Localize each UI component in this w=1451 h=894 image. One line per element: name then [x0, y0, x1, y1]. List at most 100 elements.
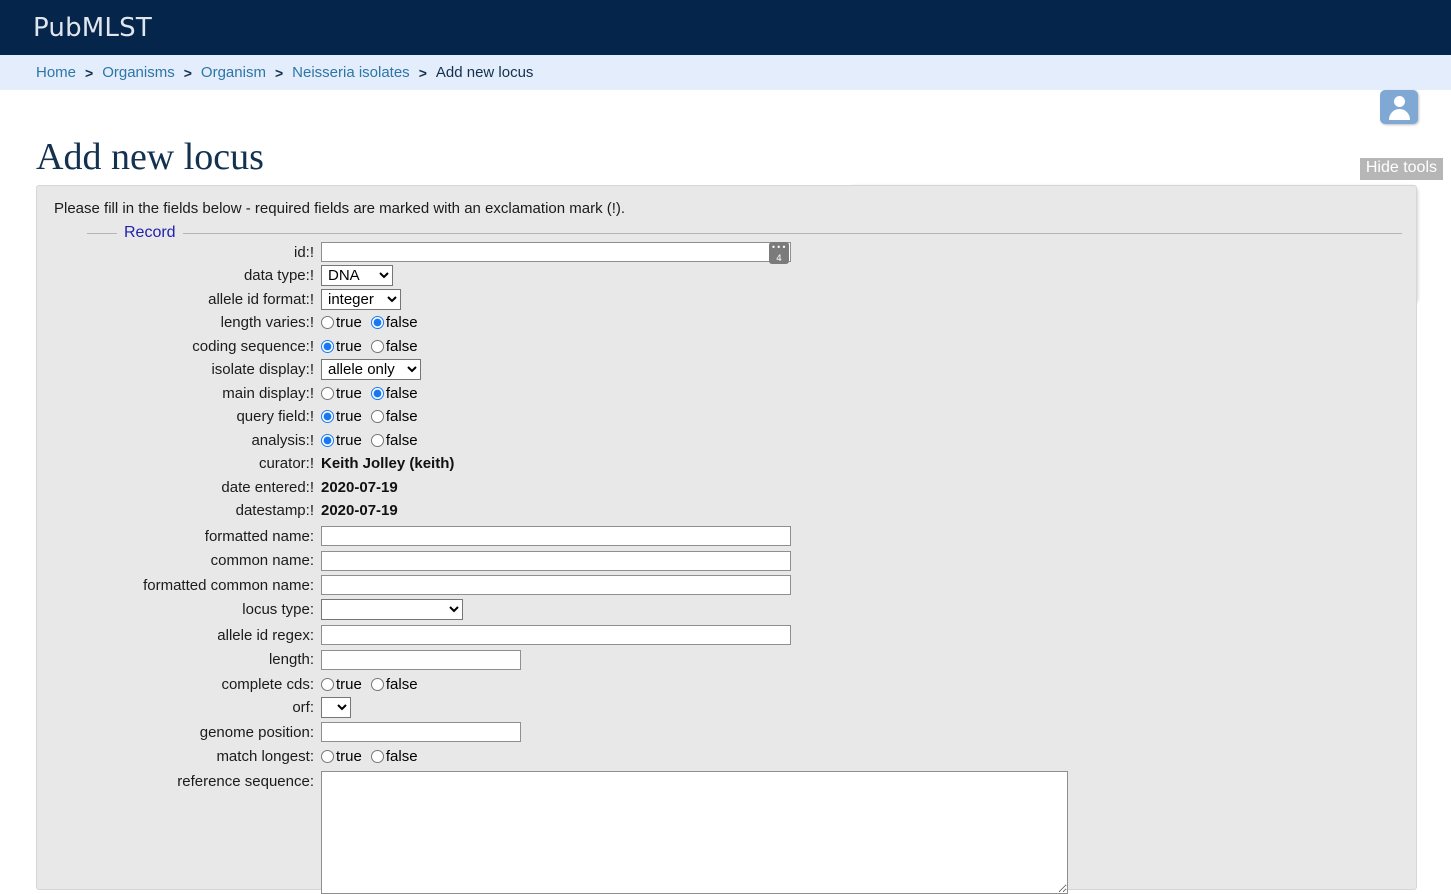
field-row-date-entered: date entered:! 2020-07-19 — [51, 476, 1402, 499]
allele-id-format-select[interactable]: integer — [321, 288, 401, 310]
field-label-length: length: — [268, 651, 314, 669]
record-legend: Record — [124, 224, 176, 241]
length-varies-false-radio[interactable] — [370, 316, 384, 330]
coding-sequence-true-label[interactable]: true — [321, 338, 362, 355]
field-label-formatted-name: formatted name: — [204, 527, 314, 545]
locus-type-select[interactable] — [321, 599, 463, 621]
analysis-radio-group: true false — [321, 432, 427, 449]
breadcrumb-item-organism[interactable]: Organism — [201, 64, 266, 81]
radio-text-false: false — [385, 748, 418, 766]
avatar[interactable] — [1380, 90, 1418, 124]
length-input[interactable] — [321, 649, 521, 670]
isolate-display-select[interactable]: allele only — [321, 359, 421, 381]
query-field-false-radio[interactable] — [370, 410, 384, 424]
match-longest-radio-group: true false — [321, 748, 427, 765]
length-varies-false-label[interactable]: false — [370, 314, 418, 332]
breadcrumb-item-current: Add new locus — [435, 64, 534, 81]
analysis-true-radio[interactable] — [321, 433, 334, 447]
coding-sequence-radio-group: true false — [321, 338, 427, 355]
query-field-true-radio[interactable] — [321, 410, 334, 424]
field-label-match-longest: match longest: — [216, 748, 314, 766]
field-label-coding-sequence: coding sequence:! — [192, 337, 314, 355]
length-varies-true-label[interactable]: true — [321, 314, 362, 331]
analysis-false-label[interactable]: false — [370, 431, 418, 449]
main-display-false-radio[interactable] — [370, 386, 384, 400]
analysis-false-radio[interactable] — [370, 433, 384, 447]
field-label-isolate-display: isolate display:! — [211, 361, 314, 379]
radio-text-true: true — [336, 675, 362, 693]
query-field-false-label[interactable]: false — [370, 408, 418, 426]
allele-id-regex-input[interactable] — [321, 625, 791, 646]
field-label-id: id:! — [293, 243, 314, 261]
match-longest-true-radio[interactable] — [321, 750, 334, 764]
main-display-false-label[interactable]: false — [370, 384, 418, 402]
complete-cds-false-radio[interactable] — [370, 677, 384, 691]
complete-cds-true-radio[interactable] — [321, 677, 334, 691]
field-row-common-name: common name: — [51, 550, 1402, 573]
coding-sequence-false-radio[interactable] — [370, 339, 384, 353]
length-varies-radio-group: true false — [321, 314, 427, 331]
field-label-data-type: data type:! — [243, 267, 314, 285]
field-row-main-display: main display:! true false — [51, 382, 1402, 405]
counter-value: 4 — [776, 254, 782, 265]
radio-text-false: false — [385, 337, 418, 355]
main-display-radio-group: true false — [321, 385, 427, 402]
field-label-curator: curator:! — [258, 455, 314, 473]
radio-text-false: false — [385, 431, 418, 449]
field-row-coding-sequence: coding sequence:! true false — [51, 335, 1402, 358]
main-display-true-radio[interactable] — [321, 386, 334, 400]
site-header: PubMLST — [0, 0, 1451, 55]
site-logo[interactable]: PubMLST — [33, 13, 152, 43]
length-varies-true-radio[interactable] — [321, 316, 334, 330]
field-row-id: id:! ••• 4 — [51, 241, 1402, 265]
radio-text-false: false — [385, 408, 418, 426]
hide-tools-button[interactable]: Hide tools — [1359, 158, 1443, 180]
radio-text-true: true — [336, 384, 362, 402]
curator-value: Keith Jolley (keith) — [321, 455, 455, 473]
match-longest-false-radio[interactable] — [370, 750, 384, 764]
query-field-radio-group: true false — [321, 408, 427, 425]
radio-text-false: false — [385, 384, 418, 402]
main-display-true-label[interactable]: true — [321, 385, 362, 402]
query-field-true-label[interactable]: true — [321, 408, 362, 425]
formatted-name-input[interactable] — [321, 526, 791, 547]
breadcrumb-item-organisms[interactable]: Organisms — [102, 64, 175, 81]
breadcrumb-item-home[interactable]: Home — [36, 64, 76, 81]
breadcrumb-item-neisseria-isolates[interactable]: Neisseria isolates — [292, 64, 410, 81]
orf-select[interactable] — [321, 697, 351, 719]
reference-sequence-textarea[interactable] — [321, 771, 1068, 894]
field-row-isolate-display: isolate display:! allele only — [51, 359, 1402, 382]
analysis-true-label[interactable]: true — [321, 432, 362, 449]
field-row-allele-id-regex: allele id regex: — [51, 624, 1402, 647]
breadcrumb: Home > Organisms > Organism > Neisseria … — [0, 55, 1451, 90]
id-input[interactable] — [321, 242, 791, 263]
match-longest-false-label[interactable]: false — [370, 748, 418, 766]
complete-cds-true-label[interactable]: true — [321, 676, 362, 693]
radio-text-false: false — [385, 314, 418, 332]
field-label-orf: orf: — [292, 699, 314, 717]
field-row-genome-position: genome position: — [51, 721, 1402, 744]
common-name-input[interactable] — [321, 550, 791, 571]
data-type-select[interactable]: DNA — [321, 265, 393, 287]
field-row-complete-cds: complete cds: true false — [51, 673, 1402, 696]
coding-sequence-true-radio[interactable] — [321, 339, 334, 353]
field-label-datestamp: datestamp:! — [235, 502, 314, 520]
coding-sequence-false-label[interactable]: false — [370, 337, 418, 355]
field-label-formatted-common-name: formatted common name: — [143, 576, 314, 594]
field-label-allele-id-format: allele id format:! — [208, 290, 314, 308]
breadcrumb-separator: > — [274, 64, 284, 81]
field-label-genome-position: genome position: — [199, 723, 314, 741]
record-legend-row: Record — [51, 224, 1402, 241]
genome-position-input[interactable] — [321, 722, 521, 743]
user-icon[interactable] — [1380, 90, 1418, 124]
complete-cds-false-label[interactable]: false — [370, 676, 418, 693]
match-longest-true-label[interactable]: true — [321, 748, 362, 765]
user-icon-body — [1388, 109, 1410, 120]
field-row-query-field: query field:! true false — [51, 406, 1402, 429]
field-label-analysis: analysis:! — [251, 431, 314, 449]
field-label-reference-sequence: reference sequence: — [177, 773, 314, 790]
breadcrumb-separator: > — [183, 64, 192, 81]
radio-text-true: true — [336, 431, 362, 449]
field-label-length-varies: length varies:! — [220, 314, 314, 332]
formatted-common-name-input[interactable] — [321, 575, 791, 596]
